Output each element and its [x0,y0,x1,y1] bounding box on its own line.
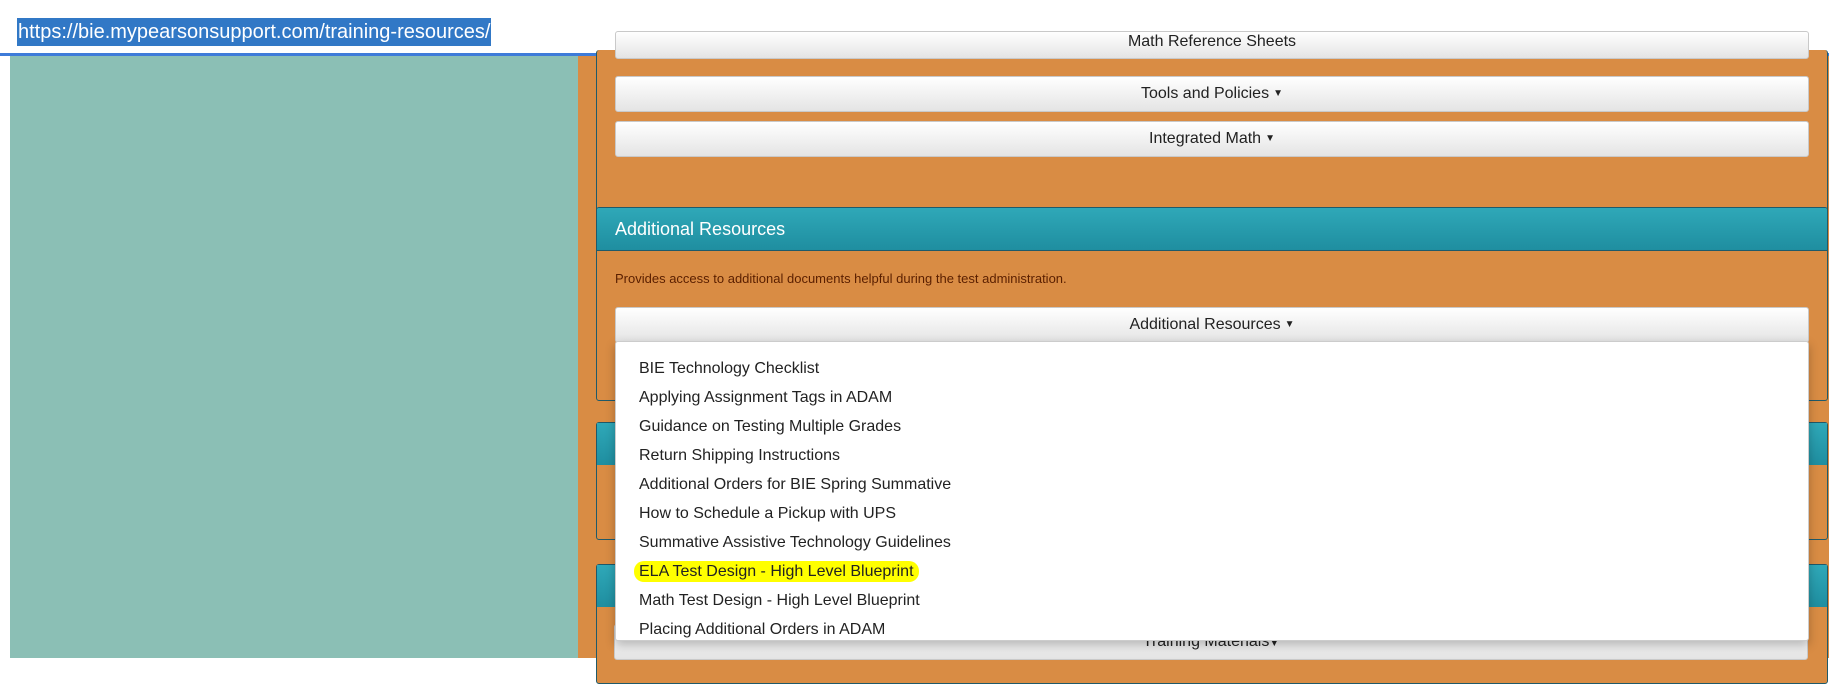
left-column [10,56,578,658]
panel-title: Additional Resources [597,208,1827,251]
panel-description: Provides access to additional documents … [615,271,1067,286]
menu-item[interactable]: Additional Orders for BIE Spring Summati… [616,470,1808,499]
menu-item[interactable]: Summative Assistive Technology Guideline… [616,528,1808,557]
menu-item-highlighted[interactable]: ELA Test Design - High Level Blueprint [616,557,1808,586]
additional-resources-menu: BIE Technology Checklist Applying Assign… [615,341,1809,641]
menu-item[interactable]: Applying Assignment Tags in ADAM [616,383,1808,412]
integrated-math-label: Integrated Math [1149,130,1262,148]
menu-item[interactable]: Math Test Design - High Level Blueprint [616,586,1808,615]
url-text[interactable]: https://bie.mypearsonsupport.com/trainin… [17,18,492,46]
math-reference-sheets-button[interactable]: Math Reference Sheets [615,31,1809,59]
additional-resources-button[interactable]: Additional Resources ▼ [615,307,1809,343]
caret-down-icon: ▼ [1284,319,1295,330]
integrated-math-button[interactable]: Integrated Math ▼ [615,121,1809,157]
menu-item[interactable]: Return Shipping Instructions [616,441,1808,470]
menu-item[interactable]: Guidance on Testing Multiple Grades [616,412,1808,441]
menu-item[interactable]: BIE Technology Checklist [616,354,1808,383]
math-reference-sheets-label: Math Reference Sheets [1127,33,1297,50]
tools-and-policies-label: Tools and Policies [1141,85,1270,103]
menu-item[interactable]: Placing Additional Orders in ADAM [616,615,1808,644]
caret-down-icon: ▼ [1265,133,1275,144]
additional-resources-label: Additional Resources [1129,316,1281,334]
tools-and-policies-button[interactable]: Tools and Policies ▼ [615,76,1809,112]
menu-item[interactable]: How to Schedule a Pickup with UPS [616,499,1808,528]
caret-down-icon: ▼ [1273,88,1283,99]
